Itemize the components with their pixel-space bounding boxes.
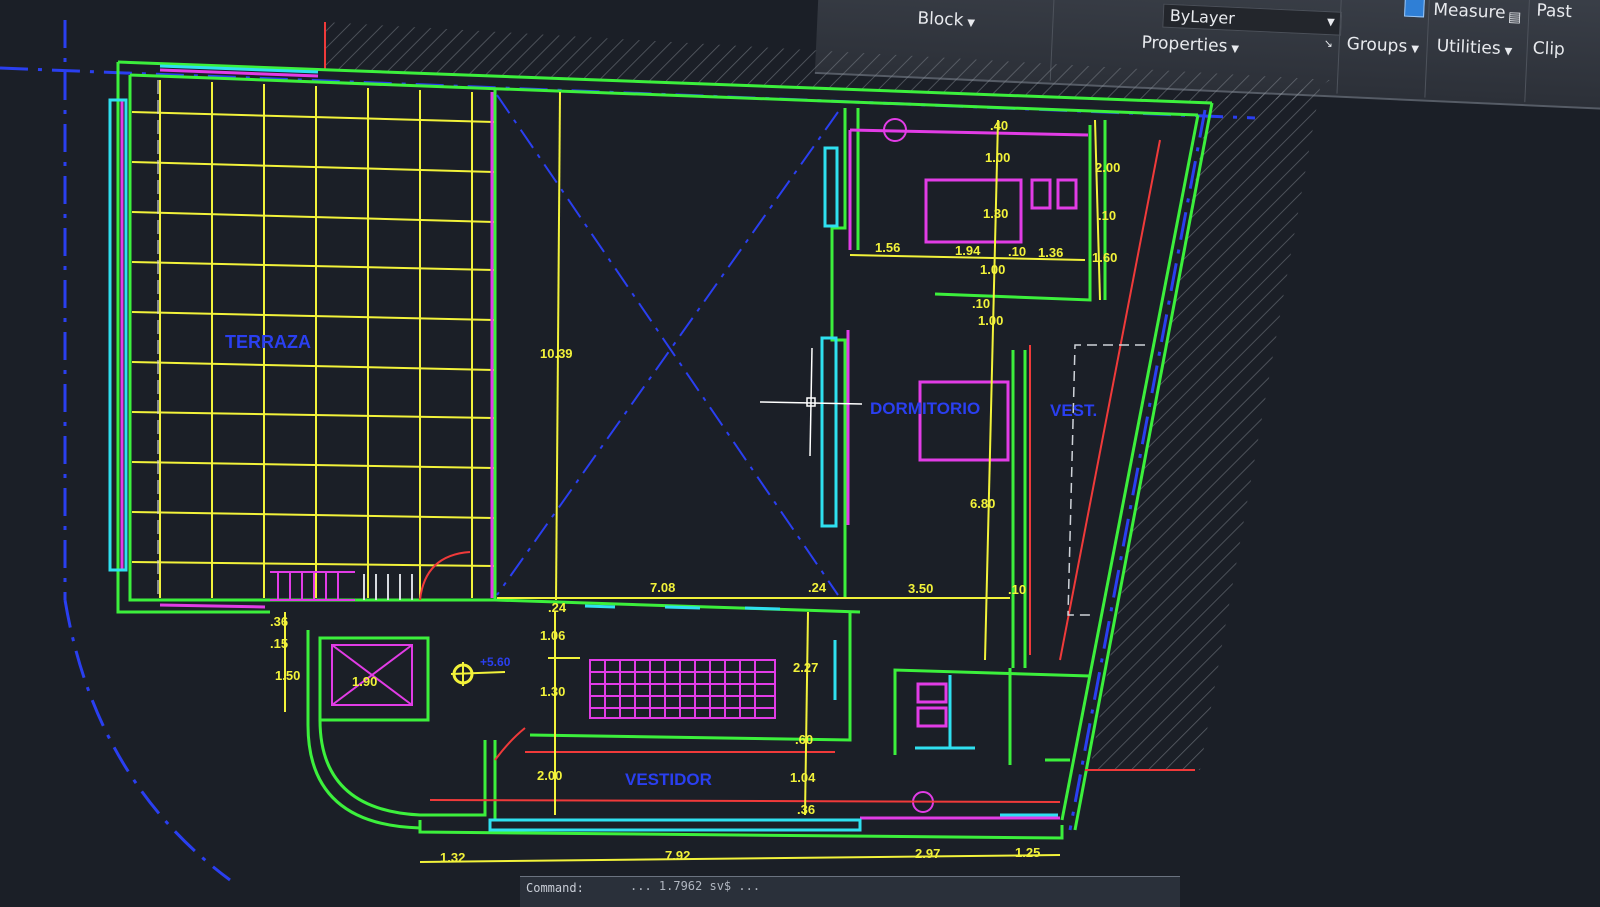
void-cross (496, 94, 839, 596)
dimension-text: 1.25 (1015, 845, 1040, 860)
terrace-grid (131, 80, 495, 598)
dimension-text: 1.36 (1038, 245, 1063, 260)
dimension-text: 1.50 (275, 668, 300, 683)
room-label-vestidor: VESTIDOR (625, 770, 712, 789)
room-label-vest: VEST. (1050, 401, 1097, 420)
door-swing (494, 727, 526, 761)
dimension-text: 1.30 (540, 684, 565, 699)
dimension-text: 2.00 (537, 768, 562, 783)
dimension-text: 3.50 (908, 581, 933, 596)
door-swing (419, 551, 471, 601)
dimension-text: 1.56 (875, 240, 900, 255)
dimension-text: .24 (548, 600, 567, 615)
dimension-text: 7.92 (665, 848, 690, 863)
dimension-text: .10 (1008, 582, 1026, 597)
dimension-text: .10 (972, 296, 990, 311)
stair-terrace-grey (363, 574, 413, 600)
dimension-text: 2.97 (915, 846, 940, 861)
dimension-text: 1.90 (352, 674, 377, 689)
room-label-dormitorio: DORMITORIO (870, 399, 980, 418)
bed (918, 380, 1010, 462)
command-line[interactable]: Command: ... 1.7962 sv$ ... (520, 876, 1180, 907)
room-label-terraza: TERRAZA (225, 332, 311, 352)
dimension-text: 10.39 (540, 346, 573, 361)
vestidor-window (488, 818, 862, 832)
hatch-right (1090, 88, 1320, 770)
dimension-text: 6.80 (970, 496, 995, 511)
level-text: +5.60 (480, 655, 511, 669)
dimension-text: .10 (1008, 244, 1026, 259)
dimension-text: .36 (797, 802, 815, 817)
dimension-text: 7.08 (650, 580, 675, 595)
autocad-screen: Block ▼ ByLayer ▼ Properties ▼ ↘ Groups ▼ M… (0, 0, 1600, 907)
hatch-top (325, 22, 1330, 104)
dimension-text: .15 (270, 636, 288, 651)
outer-walls (116, 60, 1214, 840)
dimension-text: 1.60 (1092, 250, 1117, 265)
wall-vestidor-top (529, 612, 852, 742)
dimension-text: .40 (990, 118, 1008, 133)
dimension-text: .36 (270, 614, 288, 629)
stair-vestidor (589, 659, 776, 719)
dimension-text: 1.04 (790, 770, 816, 785)
property-curve (63, 599, 231, 882)
dimension-text: 1.94 (955, 243, 981, 258)
dimension-text: 1.06 (540, 628, 565, 643)
stair-terrace (270, 571, 355, 601)
glazing (108, 64, 1058, 832)
drawing-canvas[interactable]: +5.60 TERRAZA DORMITORIO VEST. VESTIDOR … (0, 0, 1600, 900)
dimension-text: .24 (808, 580, 827, 595)
wall-bathroom (934, 125, 1092, 302)
dimension-text: 1.00 (978, 313, 1003, 328)
dimension-text: 2.27 (793, 660, 818, 675)
dimension-text: .60 (795, 732, 813, 747)
wall-curved-lobby-outer (306, 630, 421, 830)
command-prompt: Command: (526, 881, 584, 895)
wall-terrace-inner (128, 75, 495, 602)
dimension-text: 1.30 (983, 206, 1008, 221)
level-marker: +5.60 (450, 655, 511, 686)
dimension-text: 1.00 (985, 150, 1010, 165)
bedroom-window (820, 336, 838, 528)
dimension-text: 1.00 (980, 262, 1005, 277)
command-history: ... 1.7962 sv$ ... (630, 879, 761, 893)
dimension-text: 2.00 (1095, 160, 1120, 175)
dimension-lines (284, 91, 1101, 863)
dimension-text: .10 (1098, 208, 1116, 223)
dimension-text: 1.32 (440, 850, 465, 865)
